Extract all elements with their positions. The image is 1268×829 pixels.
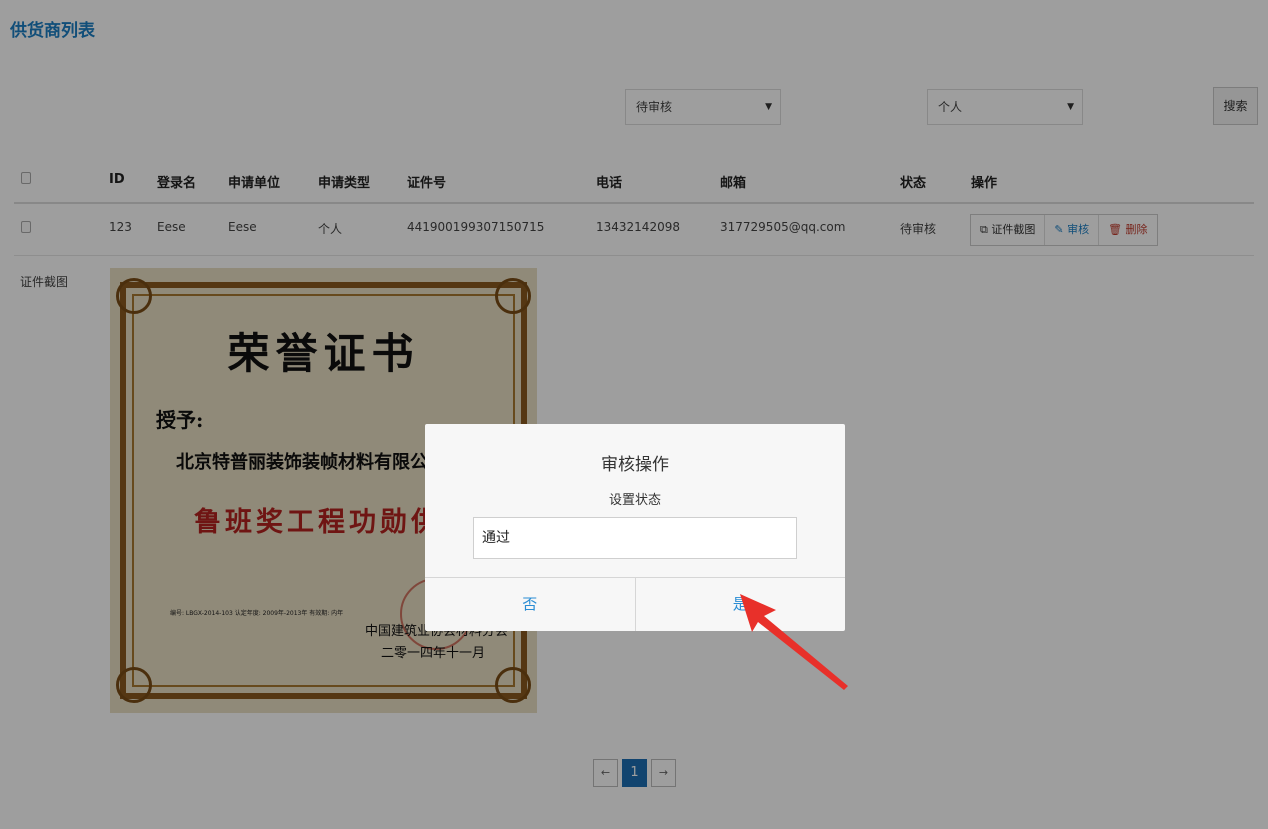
no-button[interactable]: 否 <box>425 578 636 631</box>
annotation-arrow <box>740 594 848 690</box>
dialog-subtitle: 设置状态 <box>608 493 661 508</box>
status-input[interactable]: 通过 <box>473 517 797 559</box>
modal-backdrop <box>0 0 1268 829</box>
dialog-title: 审核操作 <box>601 455 669 475</box>
